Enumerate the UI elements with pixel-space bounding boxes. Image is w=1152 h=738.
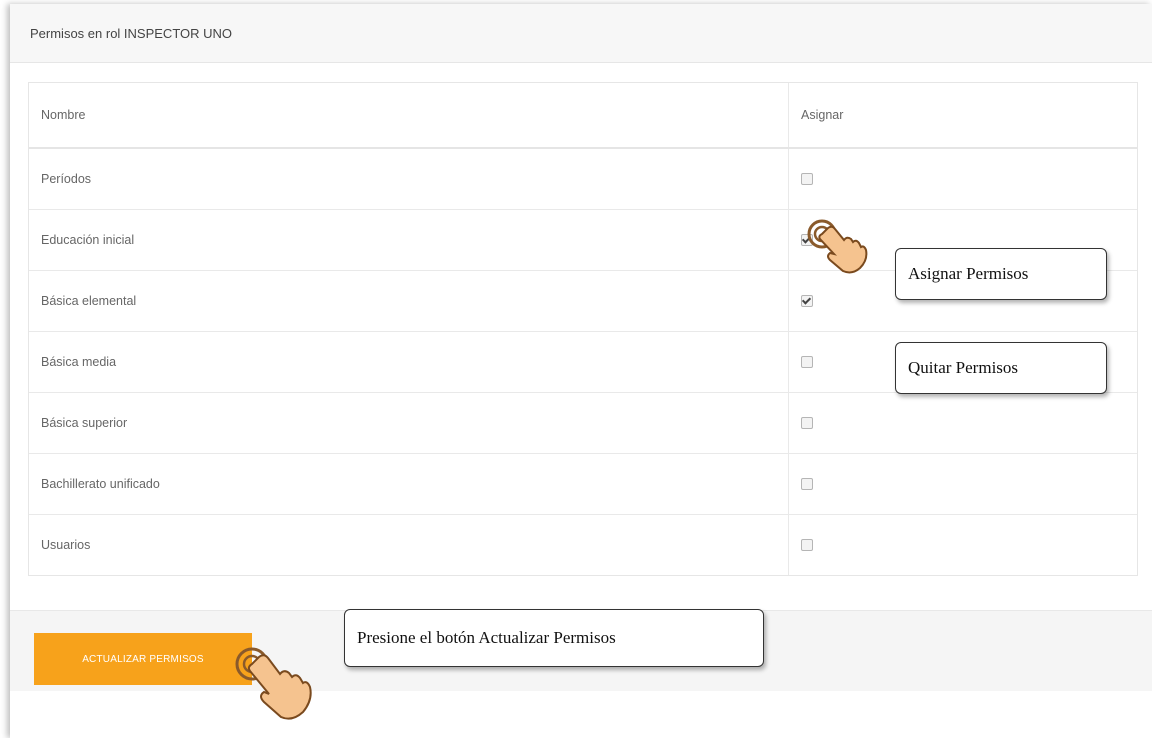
table-row: Bachillerato unificado xyxy=(29,454,1137,515)
hand-shape xyxy=(818,225,868,274)
table-row: Usuarios xyxy=(29,515,1137,575)
column-header-name: Nombre xyxy=(29,83,789,147)
callout-assign-permissions: Asignar Permisos xyxy=(895,248,1107,300)
permission-name: Básica superior xyxy=(29,393,789,453)
checkbox-basica-elemental[interactable] xyxy=(801,295,813,307)
column-header-assign: Asignar xyxy=(801,108,844,122)
table-header-row: Nombre Asignar xyxy=(29,83,1137,149)
table-row: Períodos xyxy=(29,149,1137,210)
checkbox-bachillerato-unificado[interactable] xyxy=(801,478,813,490)
callout-press-update: Presione el botón Actualizar Permisos xyxy=(344,609,764,667)
permission-name: Básica media xyxy=(29,332,789,392)
hand-pointer-icon xyxy=(807,219,868,274)
hand-pointer-icon xyxy=(235,647,312,720)
checkbox-basica-media[interactable] xyxy=(801,356,813,368)
hand-shape xyxy=(247,654,312,720)
panel-title: Permisos en rol INSPECTOR UNO xyxy=(30,26,233,41)
checkbox-usuarios[interactable] xyxy=(801,539,813,551)
permission-name: Períodos xyxy=(29,149,789,209)
permission-name: Educación inicial xyxy=(29,210,789,270)
checkbox-basica-superior[interactable] xyxy=(801,417,813,429)
permission-name: Bachillerato unificado xyxy=(29,454,789,514)
panel-header: Permisos en rol INSPECTOR UNO xyxy=(10,4,1152,63)
permission-name: Básica elemental xyxy=(29,271,789,331)
update-permissions-button[interactable]: ACTUALIZAR PERMISOS xyxy=(34,633,252,685)
checkbox-periodos[interactable] xyxy=(801,173,813,185)
table-row: Básica superior xyxy=(29,393,1137,454)
permission-name: Usuarios xyxy=(29,515,789,575)
callout-remove-permissions: Quitar Permisos xyxy=(895,342,1107,394)
permissions-table: Nombre Asignar Períodos Educación inicia… xyxy=(28,82,1138,576)
